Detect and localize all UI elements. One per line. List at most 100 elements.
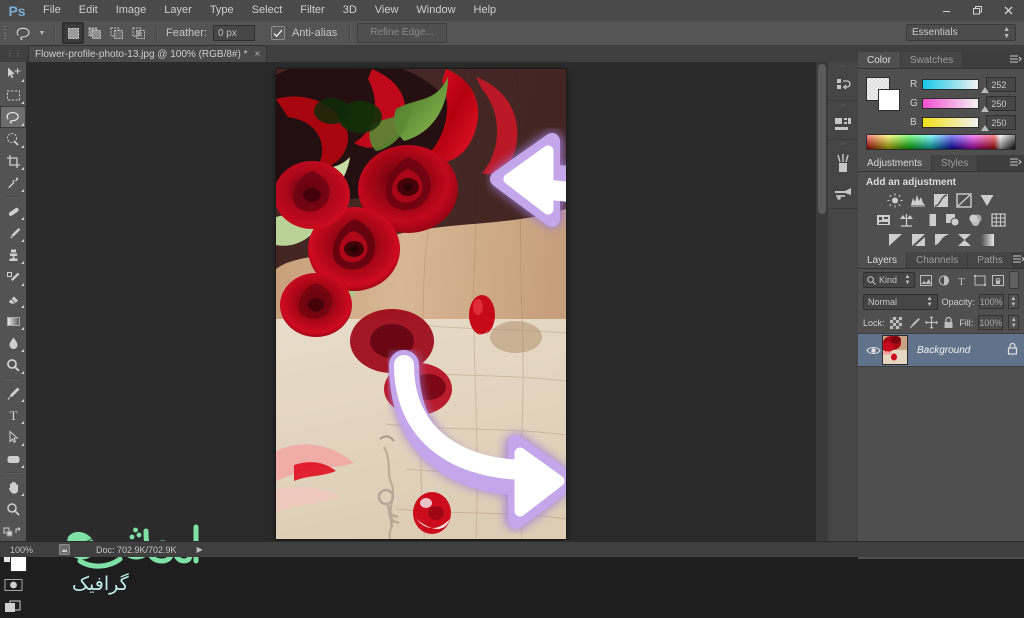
color-balance-icon[interactable]	[898, 212, 916, 228]
rectangular-marquee-tool[interactable]	[0, 84, 26, 106]
tab-layers[interactable]: Layers	[858, 252, 908, 268]
add-to-selection-button[interactable]	[84, 22, 106, 44]
quick-mask-toggle[interactable]	[0, 574, 26, 596]
invert-icon[interactable]	[886, 232, 904, 248]
lasso-tool[interactable]	[0, 106, 26, 128]
gradient-map-icon[interactable]	[955, 232, 973, 248]
filter-type-layers-icon[interactable]: T	[955, 272, 969, 288]
channel-b-value[interactable]: 250	[986, 115, 1016, 130]
eyedropper-tool[interactable]	[0, 172, 26, 194]
clone-stamp-tool[interactable]	[0, 244, 26, 266]
channel-b-slider[interactable]	[921, 117, 989, 131]
channel-b-knob[interactable]	[980, 125, 989, 131]
menu-view[interactable]: View	[366, 0, 408, 21]
default-colors-toggle[interactable]	[0, 520, 26, 542]
path-selection-tool[interactable]	[0, 426, 26, 448]
adjustments-panel-menu-icon[interactable]	[1008, 155, 1024, 171]
tab-paths[interactable]: Paths	[968, 252, 1013, 268]
layer-visibility-toggle[interactable]	[864, 345, 882, 356]
filter-toggle-switch[interactable]	[1009, 271, 1019, 289]
subtract-from-selection-button[interactable]	[106, 22, 128, 44]
layer-row-background[interactable]: Background	[858, 333, 1024, 367]
menu-edit[interactable]: Edit	[70, 0, 107, 21]
canvas-vertical-scrollbar[interactable]	[815, 62, 828, 543]
menu-window[interactable]: Window	[407, 0, 464, 21]
menu-image[interactable]: Image	[107, 0, 156, 21]
menu-layer[interactable]: Layer	[155, 0, 201, 21]
color-panel-menu-icon[interactable]	[1008, 52, 1024, 68]
brush-presets-panel-button[interactable]	[828, 178, 858, 208]
vibrance-icon[interactable]	[978, 192, 996, 208]
scrollbar-thumb[interactable]	[818, 64, 826, 214]
menu-filter[interactable]: Filter	[291, 0, 333, 21]
document-tab[interactable]: Flower-profile-photo-13.jpg @ 100% (RGB/…	[28, 45, 268, 62]
tab-color[interactable]: Color	[858, 52, 901, 68]
photo-filter-icon[interactable]	[944, 212, 962, 228]
move-tool[interactable]	[0, 62, 26, 84]
blend-mode-select[interactable]: Normal ▲ ▼	[863, 293, 938, 310]
current-tool-preset[interactable]	[10, 23, 36, 43]
channel-mixer-icon[interactable]	[967, 212, 985, 228]
filter-smart-objects-icon[interactable]	[991, 272, 1005, 288]
screen-mode-toggle[interactable]	[0, 596, 26, 618]
workspace-selector[interactable]: Essentials ▲ ▼	[906, 24, 1016, 41]
background-color-swatch[interactable]	[10, 555, 27, 572]
black-white-icon[interactable]	[921, 212, 939, 228]
channel-r-knob[interactable]	[980, 87, 989, 93]
color-background-swatch[interactable]	[878, 89, 900, 111]
gradient-tool[interactable]	[0, 310, 26, 332]
channel-r-slider[interactable]	[921, 79, 989, 93]
tool-preset-chevron-down-icon[interactable]: ▼	[36, 23, 48, 43]
tab-adjustments[interactable]: Adjustments	[858, 155, 933, 171]
quick-selection-tool[interactable]	[0, 128, 26, 150]
color-spectrum-ramp[interactable]	[866, 134, 1016, 150]
channel-g-knob[interactable]	[980, 106, 989, 112]
levels-icon[interactable]	[909, 192, 927, 208]
blur-tool[interactable]	[0, 332, 26, 354]
channel-g-slider[interactable]	[921, 98, 989, 112]
color-panel-swatches[interactable]	[866, 77, 900, 111]
lock-transparent-pixels-button[interactable]	[889, 315, 902, 331]
dock-grip[interactable]: ⋯	[828, 140, 858, 148]
eraser-tool[interactable]	[0, 288, 26, 310]
color-lookup-icon[interactable]	[990, 212, 1008, 228]
selective-color-icon[interactable]	[978, 232, 996, 248]
channel-r-value[interactable]: 252	[986, 77, 1016, 92]
hand-tool[interactable]	[0, 476, 26, 498]
new-selection-button[interactable]	[62, 22, 84, 44]
dock-grip[interactable]: ⋯	[828, 62, 858, 70]
canvas-area[interactable]: گرافیک	[26, 62, 828, 595]
refine-edge-button[interactable]: Refine Edge...	[357, 23, 447, 43]
posterize-icon[interactable]	[909, 232, 927, 248]
horizontal-type-tool[interactable]: T	[0, 404, 26, 426]
fill-value[interactable]: 100%	[978, 315, 1004, 330]
intersect-with-selection-button[interactable]	[128, 22, 150, 44]
layer-name[interactable]: Background	[917, 345, 970, 356]
pen-tool[interactable]	[0, 382, 26, 404]
antialias-checkbox[interactable]	[270, 26, 285, 40]
filter-shape-layers-icon[interactable]	[973, 272, 987, 288]
brush-panel-button[interactable]	[828, 148, 858, 178]
tab-bar-grip[interactable]: ⋮⋮	[0, 45, 28, 62]
dock-grip[interactable]: ⋯	[828, 101, 858, 109]
threshold-icon[interactable]	[932, 232, 950, 248]
feather-input[interactable]: 0 px	[212, 25, 255, 41]
status-menu-caret-icon[interactable]: ▶	[197, 545, 203, 554]
options-bar-grip[interactable]	[0, 21, 10, 45]
history-panel-button[interactable]	[828, 70, 858, 100]
zoom-level[interactable]: 100%	[0, 545, 54, 555]
brightness-contrast-icon[interactable]	[886, 192, 904, 208]
crop-tool[interactable]	[0, 150, 26, 172]
rounded-rectangle-tool[interactable]	[0, 448, 26, 470]
properties-panel-button[interactable]	[828, 109, 858, 139]
zoom-tool[interactable]	[0, 498, 26, 520]
filter-pixel-layers-icon[interactable]	[919, 272, 933, 288]
lock-position-button[interactable]	[924, 315, 938, 331]
opacity-stepper[interactable]: ▲ ▼	[1007, 294, 1019, 309]
menu-file[interactable]: File	[34, 0, 70, 21]
menu-3d[interactable]: 3D	[334, 0, 366, 21]
hue-saturation-icon[interactable]	[875, 212, 893, 228]
lock-all-button[interactable]	[943, 315, 955, 331]
history-brush-tool[interactable]	[0, 266, 26, 288]
tab-channels[interactable]: Channels	[907, 252, 969, 268]
